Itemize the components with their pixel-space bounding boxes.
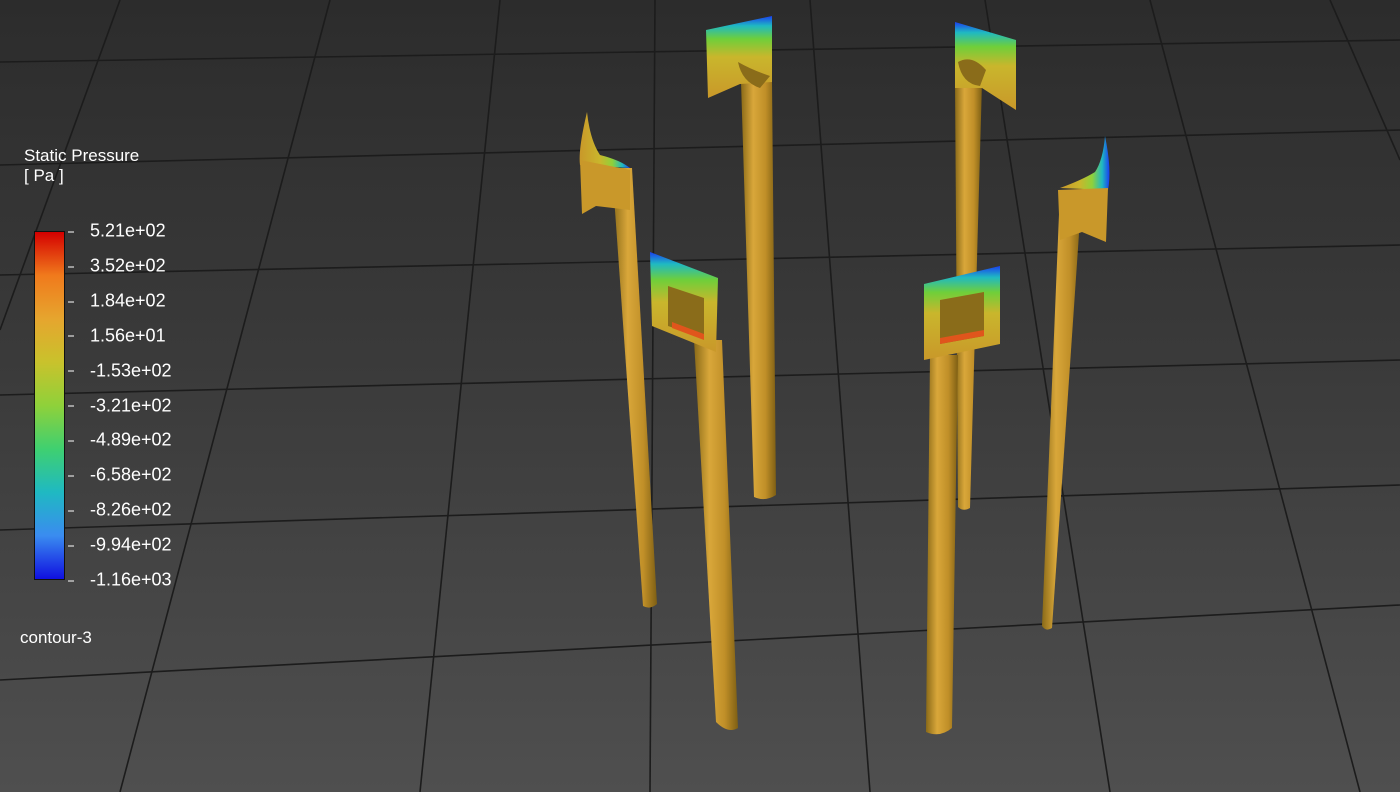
pole-front-left[interactable] (650, 252, 738, 730)
colorbar-tick-label: -1.16e+03 (68, 570, 172, 591)
colorbar-tick-label: -3.21e+02 (68, 395, 172, 416)
colorbar-tick-label: -4.89e+02 (68, 430, 172, 451)
pole-left[interactable] (579, 112, 657, 608)
pole-right[interactable] (1042, 136, 1110, 630)
colorbar-tick-labels: 5.21e+02 3.52e+02 1.84e+02 1.56e+01 -1.53e+0… (68, 221, 208, 590)
pole-back-right[interactable] (955, 22, 1016, 510)
legend-unit: [ Pa ] (24, 166, 64, 185)
contour-name: contour-3 (20, 628, 92, 647)
colorbar-tick-label: -8.26e+02 (68, 500, 172, 521)
colorbar-tick-label: 1.84e+02 (68, 290, 166, 311)
colorbar-tick-label: 1.56e+01 (68, 325, 166, 346)
colorbar-tick-label: 3.52e+02 (68, 255, 166, 276)
3d-viewport[interactable] (0, 0, 1400, 792)
legend-title: Static Pressure (24, 146, 140, 165)
colorbar-tick-label: -6.58e+02 (68, 465, 172, 486)
colorbar-tick-label: -1.53e+02 (68, 360, 172, 381)
colorbar (34, 231, 65, 580)
colorbar-tick-label: -9.94e+02 (68, 535, 172, 556)
colorbar-tick-label: 5.21e+02 (68, 221, 166, 242)
